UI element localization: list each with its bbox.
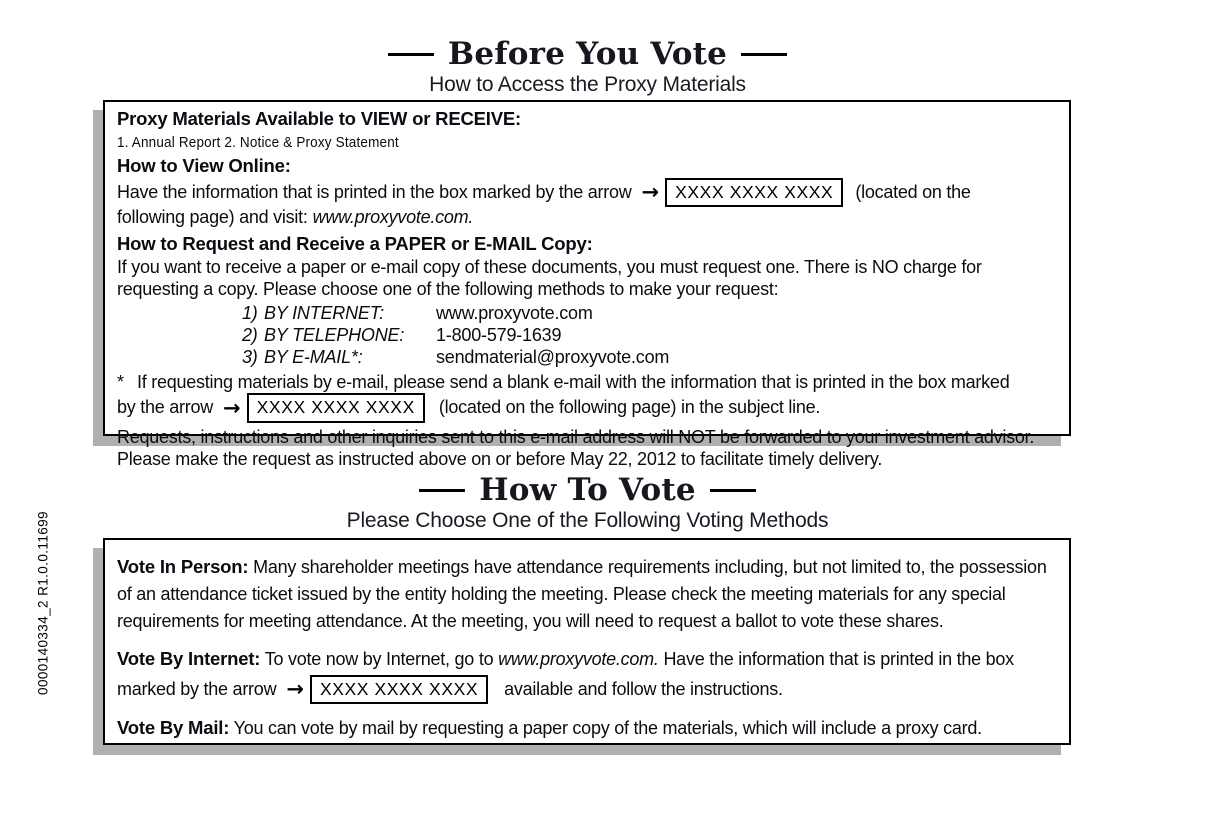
vote-in-person-block: Vote In Person: Many shareholder meeting… xyxy=(117,554,1057,635)
arrow-right-icon: → xyxy=(286,677,304,702)
vote-in-person-label: Vote In Person: xyxy=(117,556,249,577)
view-online-site[interactable]: www.proxyvote.com. xyxy=(313,207,474,229)
vote-by-internet-text-2: Have the information that is printed in … xyxy=(663,649,1014,669)
vote-by-internet-text-1: To vote now by Internet, go to xyxy=(264,649,494,669)
side-code-text: 0000140334_2 R1.0.0.11699 xyxy=(35,510,51,695)
footnote-text-2: by the arrow xyxy=(117,397,214,418)
vote-by-internet-text-3: marked by the arrow xyxy=(117,678,277,699)
arrow-right-icon: → xyxy=(223,395,241,420)
method-row: 3) BY E-MAIL*: sendmaterial@proxyvote.co… xyxy=(242,347,1057,369)
how-to-vote-heading: How To Vote Please Choose One of the Fol… xyxy=(0,474,1175,533)
section2-title: How To Vote xyxy=(479,472,696,508)
closing-text: Requests, instructions and other inquiri… xyxy=(117,426,1035,469)
footnote-line-1: * If requesting materials by e-mail, ple… xyxy=(117,372,1057,394)
method-value[interactable]: 1-800-579-1639 xyxy=(436,325,562,347)
heading-rule-right xyxy=(741,52,788,56)
view-online-text-2: (located on the xyxy=(855,181,971,202)
voting-methods-panel-wrap: Vote In Person: Many shareholder meeting… xyxy=(93,538,1071,755)
view-online-text-3: following page) and visit: xyxy=(117,207,308,228)
voting-methods-panel: Vote In Person: Many shareholder meeting… xyxy=(103,538,1071,745)
view-online-line-1: Have the information that is printed in … xyxy=(117,178,1057,208)
vote-by-internet-text-4: available and follow the instructions. xyxy=(504,678,783,699)
materials-list: 1. Annual Report 2. Notice & Proxy State… xyxy=(117,133,399,151)
method-value[interactable]: www.proxyvote.com xyxy=(436,303,593,325)
section1-title: Before You Vote xyxy=(447,36,728,72)
vote-by-mail-text: You can vote by mail by requesting a pap… xyxy=(233,718,983,739)
proxy-materials-panel: Proxy Materials Available to VIEW or REC… xyxy=(103,100,1071,469)
vote-by-mail-block: Vote By Mail: You can vote by mail by re… xyxy=(117,715,1057,742)
request-heading: How to Request and Receive a PAPER or E-… xyxy=(117,233,593,255)
request-methods-list: 1) BY INTERNET: www.proxyvote.com 2) BY … xyxy=(242,303,1057,369)
view-online-line-2: following page) and visit: www.proxyvote… xyxy=(117,207,1057,229)
control-number-box-email[interactable]: XXXX XXXX XXXX xyxy=(246,393,425,423)
method-number: 1) xyxy=(242,302,258,323)
vote-by-internet-block: Vote By Internet: To vote now by Interne… xyxy=(117,646,1057,673)
vote-by-internet-site[interactable]: www.proxyvote.com. xyxy=(498,649,659,669)
method-row: 2) BY TELEPHONE: 1-800-579-1639 xyxy=(242,325,1057,347)
method-label: BY TELEPHONE: xyxy=(264,324,405,345)
method-label: BY INTERNET: xyxy=(264,302,384,323)
vote-by-mail-label: Vote By Mail: xyxy=(117,717,230,739)
heading-rule-left xyxy=(419,488,466,492)
section1-subtitle: How to Access the Proxy Materials xyxy=(429,72,746,96)
heading-title-row: Before You Vote xyxy=(0,38,1175,71)
footnote-text-3: (located on the following page) in the s… xyxy=(438,397,821,418)
method-row: 1) BY INTERNET: www.proxyvote.com xyxy=(242,303,1057,325)
proxy-materials-panel-content: Proxy Materials Available to VIEW or REC… xyxy=(105,102,1069,477)
method-number: 2) xyxy=(242,324,258,345)
request-text: If you want to receive a paper or e-mail… xyxy=(117,256,982,299)
heading-rule-left xyxy=(387,52,434,56)
arrow-right-icon: → xyxy=(641,180,660,205)
before-you-vote-heading: Before You Vote How to Access the Proxy … xyxy=(0,38,1175,97)
voting-methods-panel-content: Vote In Person: Many shareholder meeting… xyxy=(105,540,1069,748)
method-number: 3) xyxy=(242,346,258,367)
control-number-box-view[interactable]: XXXX XXXX XXXX xyxy=(665,178,844,208)
vote-in-person-text: Many shareholder meetings have attendanc… xyxy=(117,557,1047,631)
available-heading: Proxy Materials Available to VIEW or REC… xyxy=(117,108,521,129)
view-online-heading: How to View Online: xyxy=(117,154,291,176)
vote-by-internet-line-2: marked by the arrow → XXXX XXXX XXXX ava… xyxy=(117,675,1057,705)
heading-title-row: How To Vote xyxy=(0,474,1175,507)
footnote-marker: * xyxy=(117,371,124,392)
section2-subtitle: Please Choose One of the Following Votin… xyxy=(346,508,829,532)
vote-by-internet-label: Vote By Internet: xyxy=(117,648,261,669)
heading-rule-right xyxy=(709,488,756,492)
control-number-box-vote[interactable]: XXXX XXXX XXXX xyxy=(309,675,489,705)
footnote-text-1: If requesting materials by e-mail, pleas… xyxy=(137,371,1010,392)
method-value[interactable]: sendmaterial@proxyvote.com xyxy=(436,347,669,369)
footnote-line-2: by the arrow → XXXX XXXX XXXX (located o… xyxy=(117,393,1057,423)
method-label: BY E-MAIL*: xyxy=(264,346,363,367)
view-online-text-1: Have the information that is printed in … xyxy=(117,181,632,202)
proxy-materials-panel-wrap: Proxy Materials Available to VIEW or REC… xyxy=(93,100,1071,469)
